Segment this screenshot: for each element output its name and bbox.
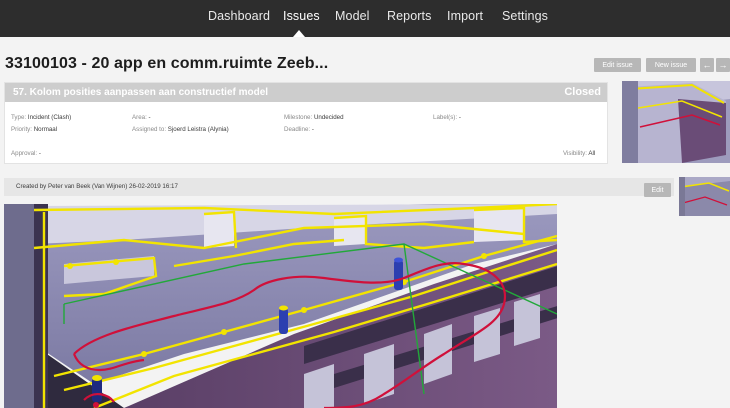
type-value: Incident (Clash): [27, 114, 72, 121]
assigned-value: Sjoerd Leistra (Alynia): [167, 126, 229, 133]
priority-label: Priority:: [11, 126, 32, 133]
arrow-left-icon: ←: [702, 60, 712, 70]
field-milestone: Milestone: Undecided: [284, 114, 344, 121]
field-visibility: Visibility: All: [563, 150, 595, 157]
approval-label: Approval:: [11, 150, 38, 157]
type-label: Type:: [11, 114, 27, 121]
visibility-label: Visibility:: [563, 150, 587, 157]
issue-snapshot-thumbnail[interactable]: [622, 81, 730, 163]
nav-reports[interactable]: Reports: [387, 9, 431, 23]
comment-thumbnail-image: [679, 177, 730, 216]
issue-status: Closed: [564, 86, 601, 98]
model-snapshot-image[interactable]: [4, 204, 557, 408]
new-issue-button[interactable]: New issue: [646, 58, 696, 72]
next-issue-button[interactable]: →: [716, 58, 730, 72]
visibility-value: All: [588, 150, 596, 157]
field-type: Type: Incident (Clash): [11, 114, 71, 121]
nav-issues[interactable]: Issues: [283, 9, 320, 23]
edit-comment-button[interactable]: Edit: [644, 183, 671, 197]
top-nav: Dashboard Issues Model Reports Import Se…: [0, 0, 730, 37]
deadline-label: Deadline:: [284, 126, 311, 133]
labels-value: -: [458, 114, 461, 121]
field-labels: Label(s): -: [433, 114, 461, 121]
labels-label: Label(s):: [433, 114, 458, 121]
project-title: 33100103 - 20 app en comm.ruimte Zeeb...: [5, 55, 329, 72]
milestone-value: Undecided: [313, 114, 344, 121]
field-priority: Priority: Normaal: [11, 126, 57, 133]
deadline-value: -: [311, 126, 314, 133]
arrow-right-icon: →: [718, 60, 728, 70]
priority-value: Normaal: [33, 126, 58, 133]
page-body: 33100103 - 20 app en comm.ruimte Zeeb...…: [0, 37, 730, 408]
approval-value: -: [38, 150, 41, 157]
nav-model[interactable]: Model: [335, 9, 370, 23]
comment-created-by: Created by Peter van Beek (Van Wijnen) 2…: [16, 183, 178, 190]
comment-snapshot-thumbnail[interactable]: [679, 177, 730, 216]
field-area: Area: -: [132, 114, 151, 121]
issue-details-panel: 57. Kolom posities aanpassen aan constru…: [4, 82, 608, 164]
previous-issue-button[interactable]: ←: [700, 58, 714, 72]
milestone-label: Milestone:: [284, 114, 313, 121]
nav-settings[interactable]: Settings: [502, 9, 548, 23]
issue-header: 57. Kolom posities aanpassen aan constru…: [5, 83, 607, 102]
field-assigned-to: Assigned to: Sjoerd Leistra (Alynia): [132, 126, 229, 133]
snapshot-thumbnail-image: [622, 81, 730, 163]
field-deadline: Deadline: -: [284, 126, 314, 133]
active-tab-indicator: [293, 30, 305, 37]
area-label: Area:: [132, 114, 147, 121]
nav-import[interactable]: Import: [447, 9, 483, 23]
comment-header: Created by Peter van Beek (Van Wijnen) 2…: [4, 178, 674, 196]
edit-issue-button[interactable]: Edit issue: [594, 58, 641, 72]
area-value: -: [148, 114, 151, 121]
issue-title: 57. Kolom posities aanpassen aan constru…: [13, 87, 269, 98]
field-approval: Approval: -: [11, 150, 41, 157]
assigned-label: Assigned to:: [132, 126, 167, 133]
model-viewport: [4, 204, 557, 408]
nav-dashboard[interactable]: Dashboard: [208, 9, 270, 23]
